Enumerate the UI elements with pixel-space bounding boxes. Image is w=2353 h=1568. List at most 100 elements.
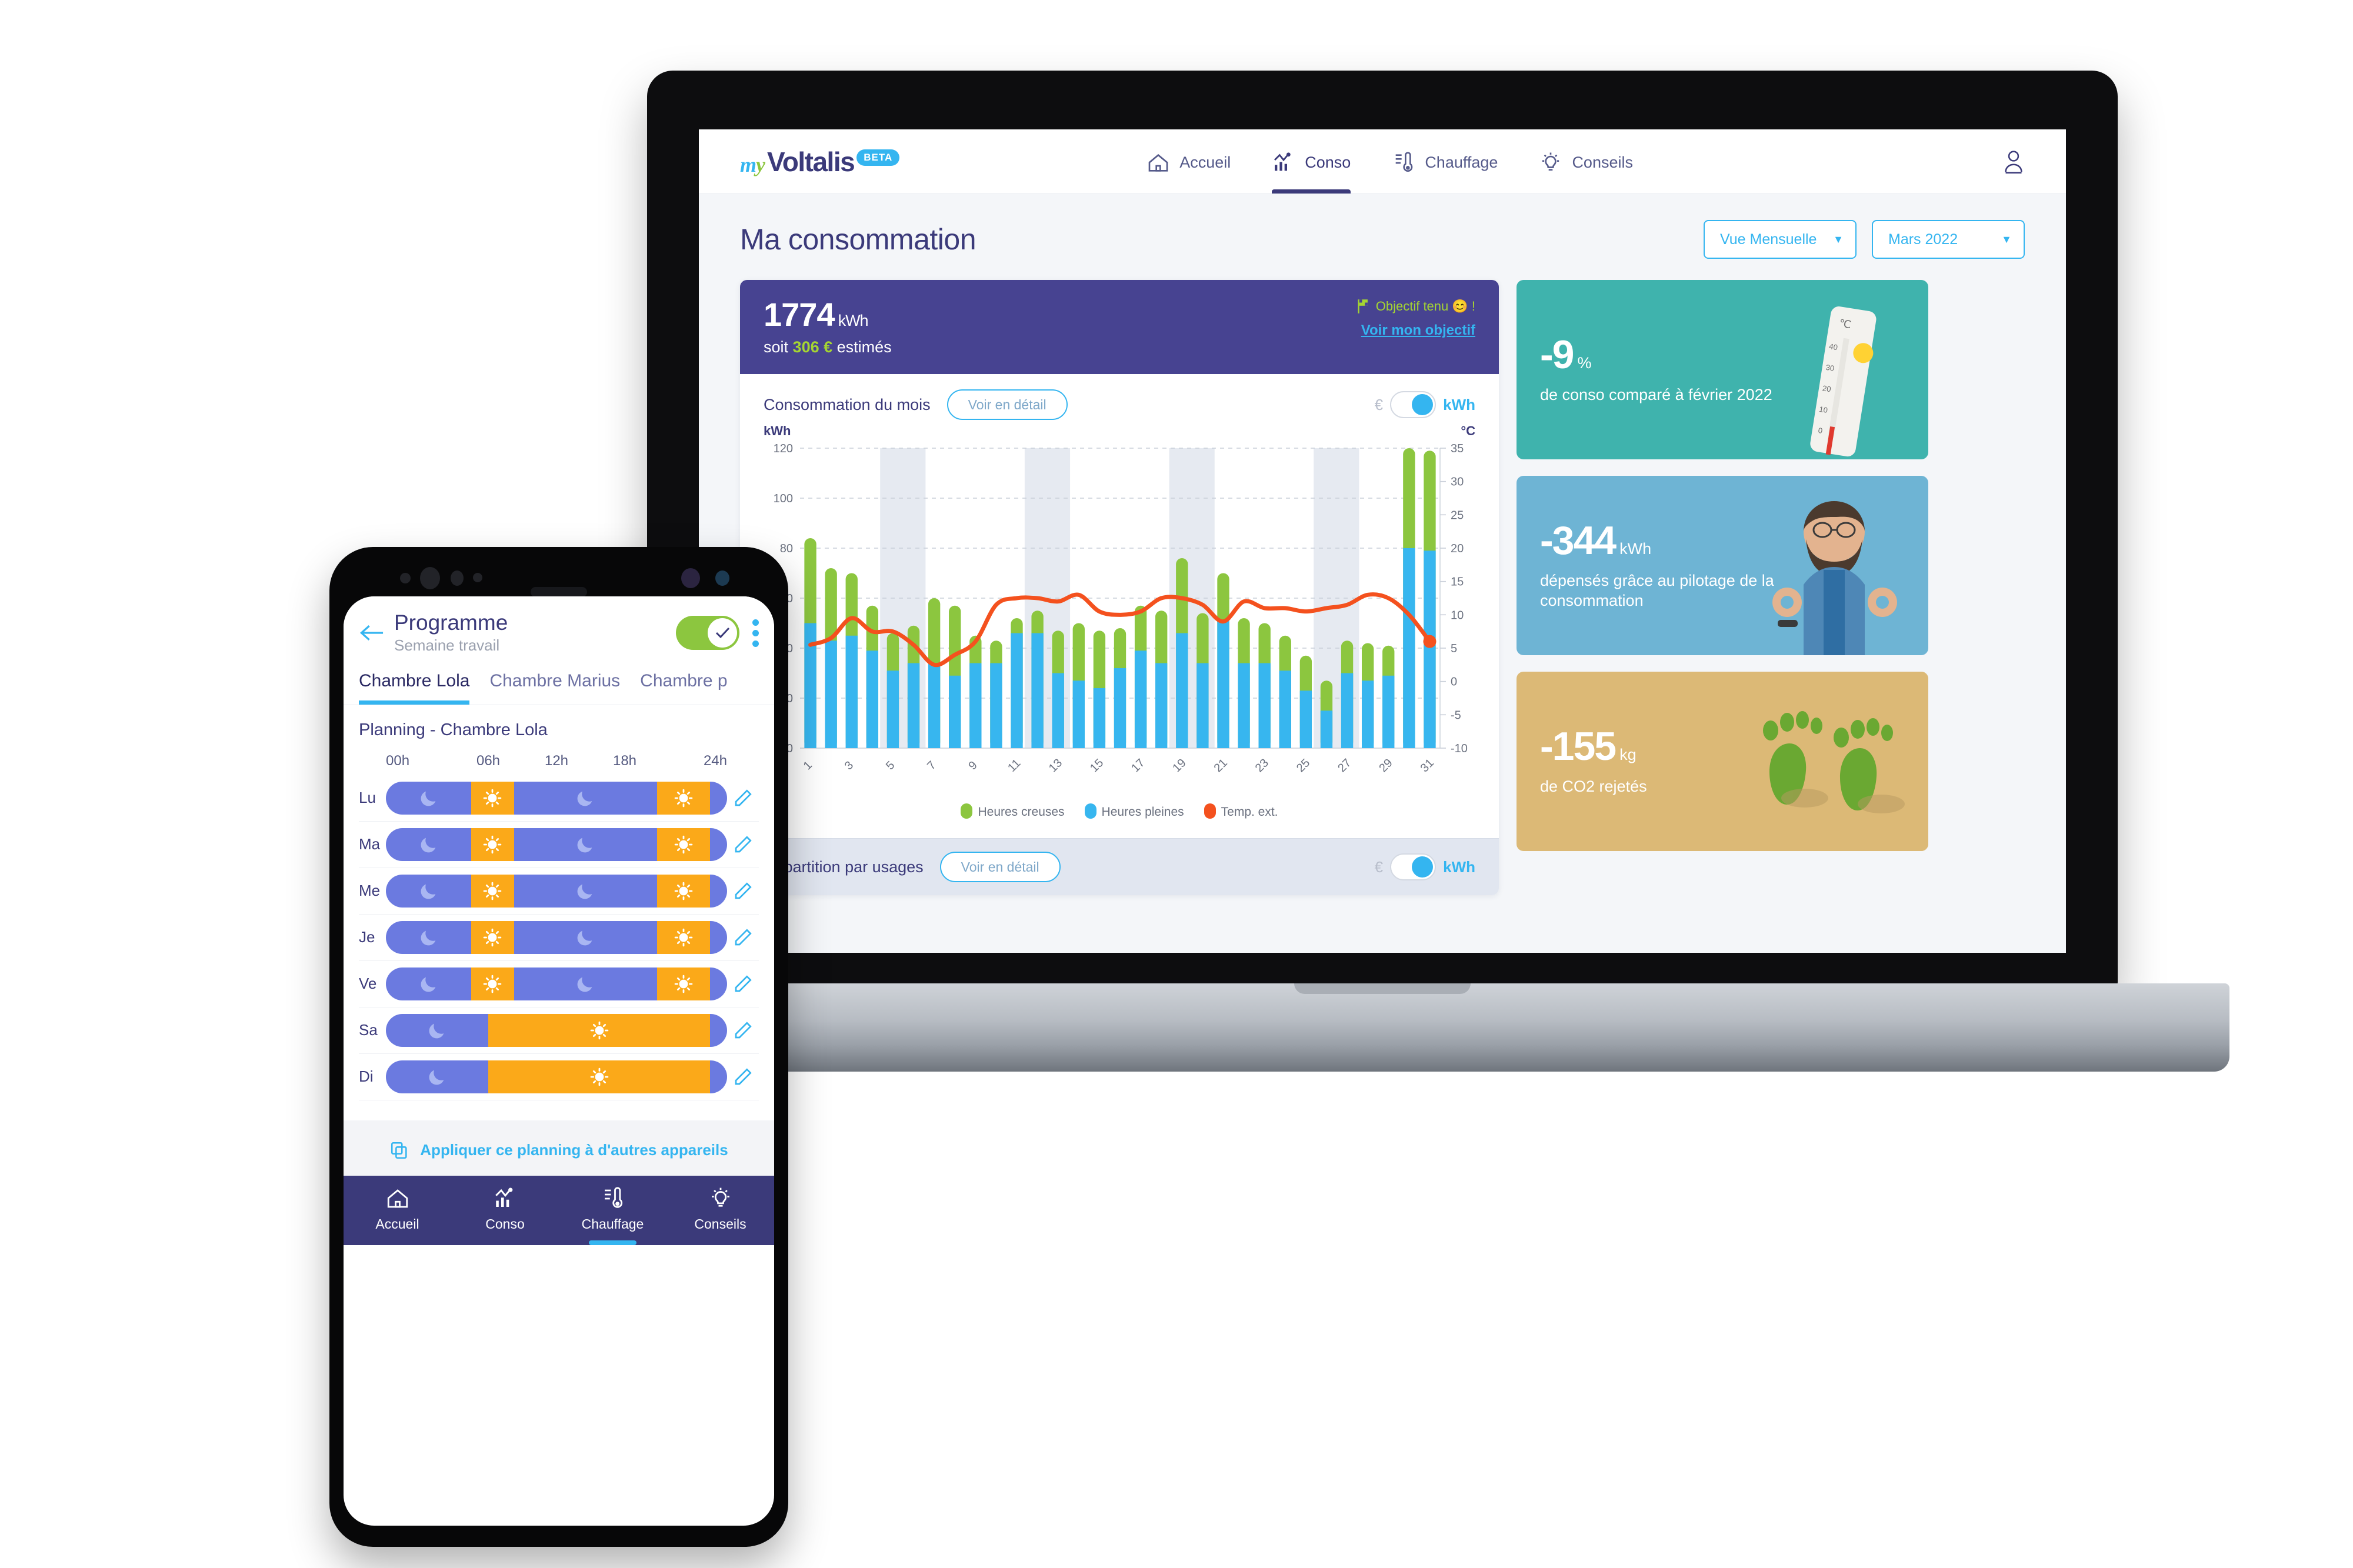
chart-detail-button[interactable]: Voir en détail (946, 389, 1068, 420)
unit-switch[interactable] (1390, 391, 1437, 418)
page-title: Ma consommation (740, 223, 976, 256)
phone-nav-conseils[interactable]: Conseils (666, 1186, 774, 1232)
checkered-flag-icon (1358, 299, 1368, 313)
pencil-icon[interactable] (727, 834, 759, 855)
unit-euro-label: € (1374, 395, 1384, 413)
total-unit: kWh (838, 312, 869, 329)
tab-chambre-p[interactable]: Chambre p (640, 671, 727, 705)
day-row[interactable]: Sa (359, 1007, 759, 1054)
legend-temp-ext: Temp. ext. (1204, 803, 1278, 819)
day-row[interactable]: Je (359, 915, 759, 961)
usages-section: Répartition par usages Voir en détail € … (740, 838, 1499, 895)
tab-chambre-lola[interactable]: Chambre Lola (359, 671, 470, 705)
estimate-suffix: estimés (836, 338, 892, 356)
chart-legend: Heures creuses Heures pleines Temp. ext. (764, 795, 1475, 832)
pencil-icon[interactable] (727, 973, 759, 995)
usages-unit-switch[interactable] (1390, 853, 1437, 880)
back-arrow-icon[interactable] (359, 623, 385, 643)
total-consumption: 1774 kWh (764, 295, 892, 333)
tab-chambre-marius[interactable]: Chambre Marius (489, 671, 620, 705)
nav-item-accueil[interactable]: Accueil (1146, 129, 1231, 194)
logo-my-text: my (740, 152, 765, 176)
legend-swatch-blue (1084, 803, 1096, 819)
brand-logo[interactable]: my Voltalis BETA (740, 148, 900, 176)
toggle-knob (708, 618, 737, 648)
phone-screen: Programme Semaine travail Chambre Lola C… (344, 596, 774, 1526)
day-row[interactable]: Ma (359, 822, 759, 868)
day-schedule-track[interactable] (386, 874, 727, 908)
svg-text:9: 9 (966, 759, 979, 772)
hour-label-1: 06h (476, 752, 501, 769)
legend-swatch-green (961, 803, 973, 819)
usages-unit-toggle[interactable]: € kWh (1375, 853, 1475, 880)
view-mode-select[interactable]: Vue Mensuelle ▼ (1704, 220, 1857, 259)
estimate-amount: 306 € (792, 338, 833, 356)
day-schedule-track[interactable] (386, 920, 727, 954)
phone-nav-label-0: Accueil (375, 1216, 419, 1232)
sensor-dot-1 (400, 573, 411, 583)
day-schedule-track[interactable] (386, 967, 727, 1000)
nav-item-conseils[interactable]: Conseils (1539, 129, 1633, 194)
phone-nav-accueil[interactable]: Accueil (344, 1186, 451, 1232)
segment-eco (709, 828, 727, 861)
day-schedule-track[interactable] (386, 781, 727, 815)
day-schedule-track[interactable] (386, 1060, 727, 1093)
user-icon[interactable] (2002, 149, 2025, 175)
nav-item-conso[interactable]: Conso (1272, 129, 1351, 194)
apply-planning-link[interactable]: Appliquer ce planning à d'autres apparei… (344, 1120, 774, 1176)
pencil-icon[interactable] (727, 788, 759, 809)
kebab-menu-icon[interactable] (752, 619, 759, 647)
program-enable-toggle[interactable] (676, 616, 739, 650)
day-row[interactable]: Me (359, 868, 759, 915)
main-nav: Accueil Conso Chauffage Conseils (1146, 129, 1633, 194)
segment-eco (710, 1060, 727, 1093)
phone-nav-conso[interactable]: Conso (451, 1186, 559, 1232)
laptop-device: my Voltalis BETA Accueil Conso Chauffage… (535, 71, 2229, 1072)
consumption-card: 1774 kWh soit 306 € estimés Objectif ten… (740, 280, 1499, 895)
stat-value-1: -344 kWh (1540, 521, 1928, 561)
body-spacer (344, 1100, 774, 1120)
stat-card-comparison[interactable]: ℃ 40 30 20 10 0 -9% de conso comparé à f… (1517, 280, 1928, 459)
legend-heures-pleines: Heures pleines (1084, 803, 1184, 819)
day-row[interactable]: Ve (359, 961, 759, 1007)
svg-text:19: 19 (1170, 756, 1188, 775)
stat-number-1: -344 (1540, 518, 1617, 563)
stat-unit-2: kg (1619, 745, 1637, 763)
stat-card-savings[interactable]: -344 kWh dépensés grâce au pilotage de la… (1517, 476, 1928, 655)
nav-label-conseils: Conseils (1572, 154, 1633, 171)
day-row[interactable]: Di (359, 1054, 759, 1100)
segment-comfort (488, 1060, 710, 1093)
room-tabs: Chambre Lola Chambre Marius Chambre p (344, 665, 774, 705)
chevron-down-icon: ▼ (1833, 233, 1844, 245)
usages-detail-button[interactable]: Voir en détail (939, 852, 1061, 882)
svg-text:7: 7 (925, 759, 938, 772)
nav-item-chauffage[interactable]: Chauffage (1392, 129, 1498, 194)
estimate-line: soit 306 € estimés (764, 338, 892, 356)
chart-unit-toggle[interactable]: € kWh (1375, 391, 1475, 418)
svg-text:1: 1 (801, 759, 815, 772)
consumption-banner: 1774 kWh soit 306 € estimés Objectif ten… (740, 280, 1499, 374)
day-row[interactable]: Lu (359, 775, 759, 822)
unit-kwh-label: kWh (1443, 395, 1475, 413)
day-schedule-track[interactable] (386, 1013, 727, 1047)
pencil-icon[interactable] (727, 880, 759, 902)
pencil-icon[interactable] (727, 1020, 759, 1041)
pencil-icon[interactable] (727, 1066, 759, 1087)
phone-nav-chauffage[interactable]: Chauffage (559, 1186, 666, 1245)
phone-body: Programme Semaine travail Chambre Lola C… (329, 547, 788, 1547)
legend-label-2: Temp. ext. (1221, 805, 1278, 819)
segment-eco (386, 967, 471, 1000)
day-schedule-track[interactable] (386, 828, 727, 861)
month-select[interactable]: Mars 2022 ▼ (1872, 220, 2025, 259)
phone-page-subtitle: Semaine travail (394, 636, 500, 654)
stat-card-co2[interactable]: -155 kg de CO2 rejetés (1517, 672, 1928, 851)
apply-planning-label: Appliquer ce planning à d'autres apparei… (420, 1141, 728, 1159)
pencil-icon[interactable] (727, 927, 759, 948)
svg-text:27: 27 (1335, 756, 1354, 775)
segment-eco (386, 920, 471, 954)
zen-man-photo (1772, 501, 1897, 655)
day-label: Di (359, 1067, 374, 1086)
segment-comfort (471, 781, 514, 815)
nav-label-accueil: Accueil (1179, 154, 1231, 171)
goal-link[interactable]: Voir mon objectif (1357, 322, 1475, 339)
